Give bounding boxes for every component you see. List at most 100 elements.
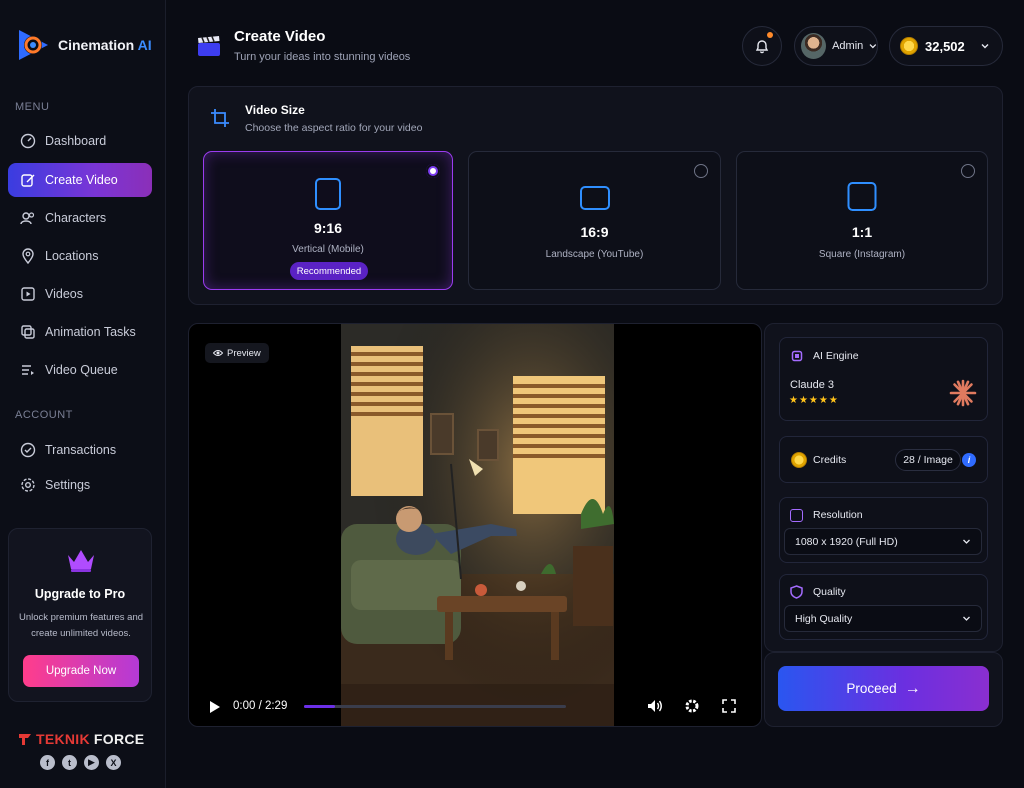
square-frame-icon (847, 182, 877, 211)
ratio-description: Landscape (YouTube) (545, 249, 644, 260)
notifications-button[interactable] (742, 26, 782, 66)
check-circle-icon (20, 442, 36, 458)
facebook-icon[interactable]: f (40, 755, 55, 770)
ratio-radio[interactable] (961, 164, 975, 178)
avatar (801, 33, 827, 59)
video-icon (21, 287, 35, 301)
coin-icon (791, 452, 807, 468)
map-pin-icon (22, 248, 34, 264)
quality-label: Quality (813, 586, 846, 598)
clapperboard-icon (198, 36, 220, 56)
credits-per-image: 28 / Image (895, 449, 961, 471)
ratio-description: Square (Instagram) (818, 249, 906, 260)
progress-fill (304, 705, 336, 708)
resolution-label: Resolution (813, 509, 863, 521)
sidebar-item-label: Dashboard (45, 134, 107, 148)
ratio-value: 9:16 (313, 220, 343, 236)
living-room-scene (341, 324, 614, 726)
upgrade-description: Unlock premium features and create unlim… (18, 612, 144, 639)
sidebar-item-label: Locations (45, 249, 99, 263)
ratio-description: Vertical (Mobile) (292, 244, 364, 255)
ai-engine-label: AI Engine (813, 350, 859, 362)
teknikforce-logo[interactable]: TEKNIK FORCE (18, 731, 144, 747)
x-icon[interactable]: X (106, 755, 121, 770)
ratio-radio[interactable] (694, 164, 708, 178)
sidebar-item-video-queue[interactable]: Video Queue (8, 353, 152, 387)
youtube-icon[interactable]: ▶ (84, 755, 99, 770)
crown-icon (68, 550, 94, 572)
page-subtitle: Turn your ideas into stunning videos (234, 51, 411, 63)
ai-model-rating: ★★★★★ (789, 395, 839, 406)
layers-icon (21, 325, 35, 339)
gauge-icon (20, 133, 36, 149)
sidebar-item-label: Settings (45, 478, 91, 492)
progress-bar[interactable] (304, 705, 566, 708)
upgrade-card: Upgrade to Pro Unlock premium features a… (8, 528, 152, 702)
queue-icon (22, 365, 34, 375)
notification-dot (767, 32, 773, 38)
sidebar-item-locations[interactable]: Locations (8, 239, 152, 273)
chevron-down-icon (981, 44, 989, 49)
upgrade-now-button[interactable]: Upgrade Now (23, 655, 139, 687)
video-preview-frame (341, 324, 614, 726)
bell-icon (755, 40, 769, 54)
sidebar-item-settings[interactable]: Settings (8, 468, 152, 502)
sidebar-item-label: Video Queue (45, 363, 118, 377)
sidebar-item-create-video[interactable]: Create Video (8, 163, 152, 197)
ratio-radio[interactable] (426, 164, 440, 178)
twitter-icon[interactable]: t (62, 755, 77, 770)
chevron-down-icon (869, 44, 877, 49)
recommended-badge: Recommended (290, 262, 368, 280)
ratio-option-16-9[interactable]: 16:9 Landscape (YouTube) (468, 151, 721, 290)
crop-icon (211, 109, 229, 127)
eye-icon (213, 350, 223, 356)
edit-icon (21, 174, 35, 187)
social-links: f t ▶ X (40, 755, 121, 770)
sidebar-item-label: Transactions (45, 443, 117, 457)
teknikforce-logo-icon (19, 734, 31, 745)
chevron-down-icon (963, 616, 970, 621)
sidebar-item-animation-tasks[interactable]: Animation Tasks (8, 315, 152, 349)
video-size-subtitle: Choose the aspect ratio for your video (245, 122, 423, 134)
info-icon[interactable]: i (962, 453, 976, 467)
page-title: Create Video (234, 28, 326, 45)
chip-icon (791, 350, 803, 362)
account-section-label: ACCOUNT (15, 409, 73, 421)
app-logo[interactable]: Cinemation AI (16, 27, 152, 63)
shield-icon (790, 585, 803, 599)
proceed-button[interactable]: Proceed → (778, 666, 989, 711)
users-icon (20, 212, 35, 225)
credits-balance[interactable]: 32,502 (889, 26, 1003, 66)
gear-icon (21, 478, 35, 492)
preview-badge: Preview (205, 343, 269, 363)
cinemation-logo-icon (19, 30, 48, 60)
ratio-value: 1:1 (851, 224, 873, 240)
user-menu[interactable]: Admin (794, 26, 878, 66)
quality-select[interactable]: High Quality (784, 605, 982, 632)
sidebar-item-label: Animation Tasks (45, 325, 136, 339)
resolution-select[interactable]: 1080 x 1920 (Full HD) (784, 528, 982, 555)
coin-icon (900, 37, 918, 55)
sidebar-item-dashboard[interactable]: Dashboard (8, 124, 152, 158)
fullscreen-icon[interactable] (722, 699, 736, 713)
ratio-option-9-16[interactable]: 9:16 Vertical (Mobile) Recommended (203, 151, 453, 290)
gear-icon[interactable] (684, 698, 700, 714)
menu-section-label: MENU (15, 101, 50, 113)
ai-model-name: Claude 3 (790, 379, 835, 391)
claude-logo-icon (949, 379, 977, 407)
video-player[interactable]: Preview 0:00 / 2:29 (188, 323, 762, 727)
volume-icon[interactable] (647, 699, 663, 713)
credits-value: 32,502 (925, 38, 965, 54)
sidebar-item-videos[interactable]: Videos (8, 277, 152, 311)
sidebar-item-label: Characters (45, 211, 107, 225)
app-name: Cinemation AI (58, 37, 152, 53)
resolution-icon (790, 509, 803, 522)
sidebar-item-label: Videos (45, 287, 83, 301)
sidebar-item-transactions[interactable]: Transactions (8, 433, 152, 467)
ratio-option-1-1[interactable]: 1:1 Square (Instagram) (736, 151, 988, 290)
sidebar-item-label: Create Video (45, 173, 118, 187)
arrow-right-icon: → (904, 679, 921, 697)
user-name: Admin (832, 40, 864, 52)
sidebar-item-characters[interactable]: Characters (8, 201, 152, 235)
play-icon[interactable] (209, 700, 221, 714)
